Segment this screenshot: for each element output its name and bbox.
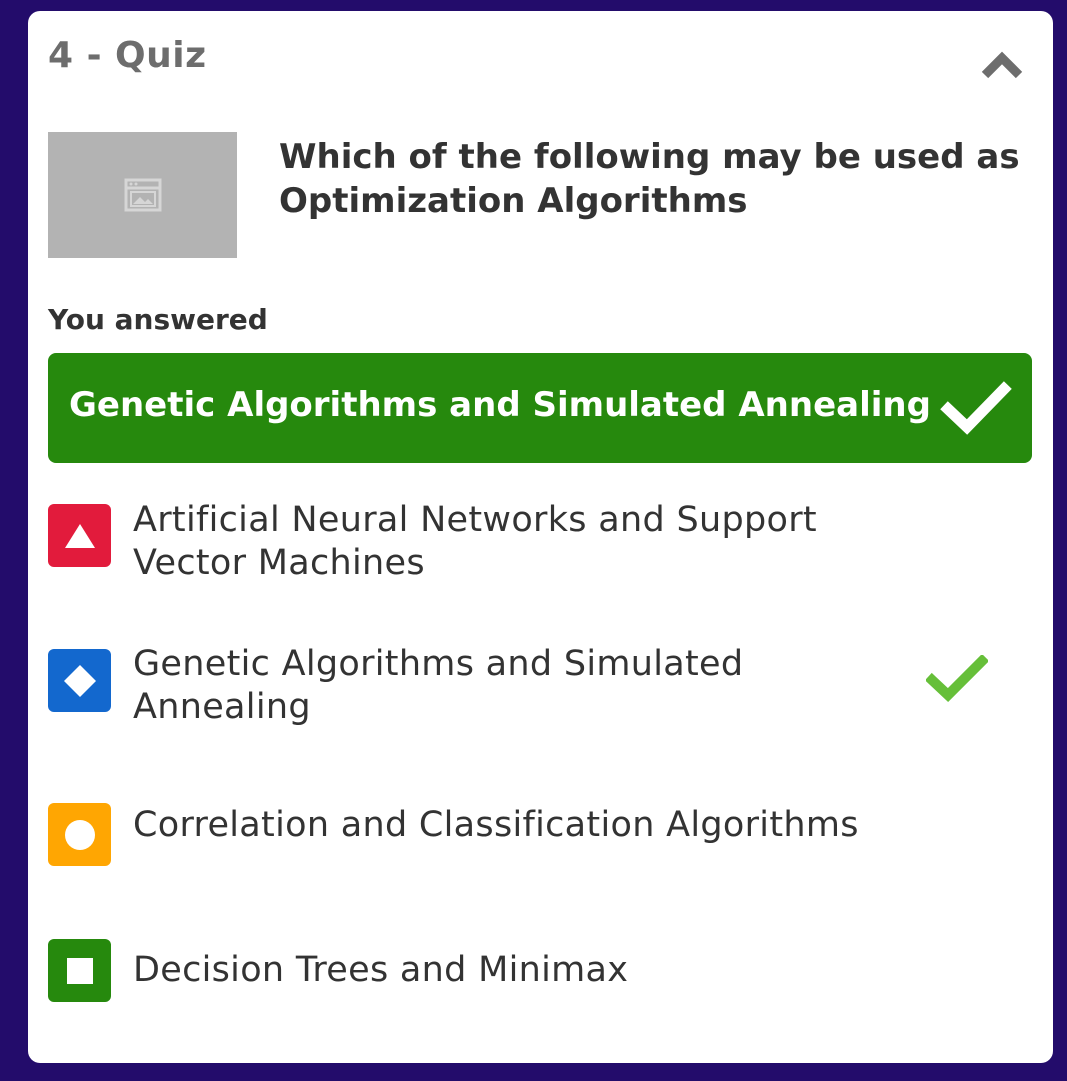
- question-image: [48, 132, 237, 258]
- answered-answer-text: Genetic Algorithms and Simulated Anneali…: [69, 385, 931, 425]
- quiz-card: 4 - Quiz Which of the following may be u…: [28, 11, 1053, 1063]
- chevron-up-icon: [981, 51, 1023, 79]
- circle-shape-icon: [48, 803, 111, 866]
- question-text: Which of the following may be used as Op…: [279, 137, 1020, 221]
- answered-answer-box: Genetic Algorithms and Simulated Anneali…: [48, 353, 1032, 463]
- correct-check-icon: [926, 655, 988, 702]
- option-label: Correlation and Classification Algorithm…: [133, 805, 859, 845]
- answered-label: You answered: [48, 303, 268, 336]
- option-label: Artificial Neural Networks and Support V…: [133, 500, 817, 583]
- collapse-button[interactable]: [980, 47, 1024, 81]
- option-label: Decision Trees and Minimax: [133, 950, 629, 990]
- checkmark-icon: [940, 381, 1012, 435]
- triangle-shape-icon: [48, 504, 111, 567]
- square-shape-icon: [48, 939, 111, 1002]
- option-label: Genetic Algorithms and Simulated Anneali…: [133, 644, 744, 727]
- quiz-title: 4 - Quiz: [48, 35, 207, 76]
- diamond-shape-icon: [48, 649, 111, 712]
- image-placeholder-icon: [124, 178, 161, 212]
